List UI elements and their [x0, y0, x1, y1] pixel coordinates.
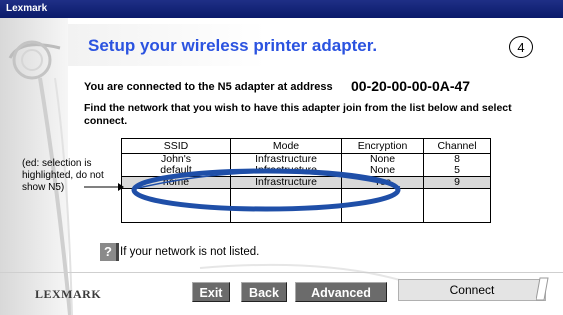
adapter-mac-address: 00-20-00-00-0A-47 [351, 78, 471, 94]
cell-mode: Infrastructure [230, 165, 342, 177]
lexmark-logo: LEXMARK [35, 287, 102, 301]
connection-status-text: You are connected to the N5 adapter at a… [84, 81, 333, 93]
page-title: Setup your wireless printer adapter. [88, 36, 378, 55]
network-list-table: SSID Mode Encryption Channel John's Infr… [121, 138, 491, 223]
cell-channel: 9 [423, 176, 491, 189]
table-row[interactable]: John's Infrastructure None 8 [121, 153, 491, 165]
window-titlebar: Lexmark [0, 0, 563, 18]
table-row-empty [121, 198, 491, 223]
connect-button-notch-icon [536, 277, 549, 301]
cell-ssid: default [121, 165, 231, 177]
table-row-selected[interactable]: home Infrastructure Yes 9 [121, 176, 491, 189]
cell-ssid: John's [121, 153, 231, 165]
cell-channel: 5 [423, 165, 491, 177]
window-title: Lexmark [6, 3, 48, 14]
help-link-text[interactable]: If your network is not listed. [120, 246, 259, 258]
table-header-row: SSID Mode Encryption Channel [121, 138, 491, 154]
cell-mode: Infrastructure [230, 153, 342, 165]
column-header-mode[interactable]: Mode [230, 138, 342, 154]
cell-ssid: home [121, 176, 231, 189]
column-header-encryption[interactable]: Encryption [341, 138, 424, 154]
cell-encryption: None [341, 153, 424, 165]
step-number-badge: 4 [509, 36, 533, 58]
cell-mode: Infrastructure [230, 176, 342, 189]
exit-button[interactable]: Exit [192, 282, 230, 302]
column-header-channel[interactable]: Channel [423, 138, 491, 154]
column-header-ssid[interactable]: SSID [121, 138, 231, 154]
annotation-arrow-icon [84, 183, 124, 191]
back-button[interactable]: Back [241, 282, 287, 302]
cell-encryption: Yes [341, 176, 424, 189]
advanced-button[interactable]: Advanced [295, 282, 387, 302]
table-row[interactable]: default Infrastructure None 5 [121, 165, 491, 177]
help-question-button[interactable]: ? [100, 243, 119, 261]
cell-channel: 8 [423, 153, 491, 165]
instructions-text: Find the network that you wish to have t… [84, 102, 512, 127]
cell-encryption: None [341, 165, 424, 177]
table-row-empty [121, 188, 491, 198]
footer-divider [0, 272, 563, 273]
connect-button[interactable]: Connect [398, 279, 546, 301]
